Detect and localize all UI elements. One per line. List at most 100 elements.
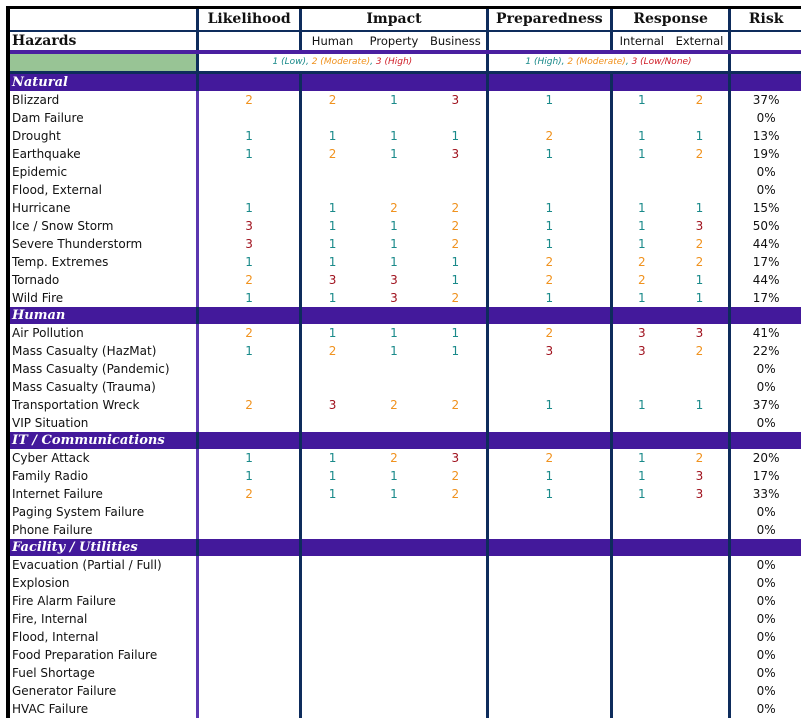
likelihood-cell[interactable] [197,414,300,432]
category-band-cell[interactable] [487,432,611,449]
business-cell[interactable]: 1 [425,253,487,271]
likelihood-cell[interactable] [197,664,300,682]
header-preparedness[interactable]: Preparedness [487,9,611,31]
hazard-name-cell[interactable]: Tornado [10,271,197,289]
business-cell[interactable] [425,628,487,646]
preparedness-cell[interactable] [487,360,611,378]
property-cell[interactable] [363,360,425,378]
category-band-cell[interactable] [612,73,730,92]
human-cell[interactable]: 3 [301,396,363,414]
likelihood-cell[interactable] [197,682,300,700]
property-cell[interactable] [363,556,425,574]
external-cell[interactable] [671,378,730,396]
likelihood-cell[interactable] [197,109,300,127]
likelihood-cell[interactable]: 3 [197,235,300,253]
likelihood-cell[interactable] [197,610,300,628]
category-band-cell[interactable] [730,73,801,92]
header-response-external[interactable]: External [671,31,730,52]
preparedness-cell[interactable] [487,610,611,628]
category-band-cell[interactable] [197,73,300,92]
property-cell[interactable] [363,163,425,181]
likelihood-cell[interactable]: 2 [197,324,300,342]
likelihood-cell[interactable] [197,628,300,646]
business-cell[interactable] [425,610,487,628]
external-cell[interactable] [671,521,730,539]
risk-cell[interactable]: 0% [730,360,801,378]
external-cell[interactable] [671,646,730,664]
preparedness-cell[interactable]: 1 [487,485,611,503]
internal-cell[interactable] [612,414,671,432]
human-cell[interactable] [301,109,363,127]
internal-cell[interactable]: 1 [612,449,671,467]
preparedness-cell[interactable]: 1 [487,467,611,485]
hazard-name-cell[interactable]: Epidemic [10,163,197,181]
risk-cell[interactable]: 41% [730,324,801,342]
property-cell[interactable] [363,503,425,521]
likelihood-cell[interactable]: 1 [197,342,300,360]
human-cell[interactable] [301,700,363,718]
human-cell[interactable]: 1 [301,449,363,467]
property-cell[interactable]: 1 [363,342,425,360]
risk-cell[interactable]: 33% [730,485,801,503]
risk-cell[interactable]: 0% [730,163,801,181]
external-cell[interactable] [671,556,730,574]
likelihood-cell[interactable] [197,378,300,396]
risk-cell[interactable]: 17% [730,289,801,307]
human-cell[interactable] [301,556,363,574]
preparedness-cell[interactable]: 2 [487,127,611,145]
business-cell[interactable] [425,592,487,610]
risk-cell[interactable]: 15% [730,199,801,217]
business-cell[interactable] [425,664,487,682]
property-cell[interactable]: 2 [363,449,425,467]
hazard-name-cell[interactable]: Phone Failure [10,521,197,539]
header-likelihood[interactable]: Likelihood [197,9,300,31]
category-label[interactable]: Facility / Utilities [10,539,197,556]
property-cell[interactable]: 1 [363,91,425,109]
property-cell[interactable]: 2 [363,199,425,217]
internal-cell[interactable] [612,378,671,396]
legend-scale-likelihood-impact[interactable]: 1 (Low), 2 (Moderate), 3 (High) [197,52,487,73]
business-cell[interactable] [425,181,487,199]
header-response-internal[interactable]: Internal [612,31,671,52]
category-band-cell[interactable] [197,432,300,449]
likelihood-cell[interactable]: 1 [197,289,300,307]
business-cell[interactable] [425,700,487,718]
property-cell[interactable] [363,592,425,610]
preparedness-cell[interactable]: 1 [487,235,611,253]
business-cell[interactable] [425,360,487,378]
category-band-cell[interactable] [612,432,730,449]
likelihood-cell[interactable] [197,163,300,181]
risk-cell[interactable]: 0% [730,181,801,199]
internal-cell[interactable]: 3 [612,324,671,342]
human-cell[interactable]: 1 [301,253,363,271]
hazard-name-cell[interactable]: Flood, External [10,181,197,199]
category-band-cell[interactable] [301,539,487,556]
external-cell[interactable]: 1 [671,127,730,145]
external-cell[interactable] [671,503,730,521]
internal-cell[interactable] [612,682,671,700]
property-cell[interactable]: 1 [363,235,425,253]
hazard-name-cell[interactable]: Internet Failure [10,485,197,503]
preparedness-cell[interactable]: 1 [487,217,611,235]
likelihood-cell[interactable]: 1 [197,199,300,217]
property-cell[interactable] [363,646,425,664]
likelihood-cell[interactable] [197,700,300,718]
property-cell[interactable] [363,700,425,718]
hazard-name-cell[interactable]: Flood, Internal [10,628,197,646]
internal-cell[interactable] [612,664,671,682]
business-cell[interactable] [425,503,487,521]
human-cell[interactable]: 1 [301,467,363,485]
risk-cell[interactable]: 0% [730,700,801,718]
likelihood-cell[interactable]: 2 [197,91,300,109]
preparedness-cell[interactable]: 2 [487,253,611,271]
external-cell[interactable] [671,181,730,199]
likelihood-cell[interactable]: 2 [197,485,300,503]
hazard-name-cell[interactable]: Hurricane [10,199,197,217]
risk-cell[interactable]: 0% [730,556,801,574]
property-cell[interactable] [363,682,425,700]
risk-cell[interactable]: 0% [730,628,801,646]
category-band-cell[interactable] [730,539,801,556]
preparedness-cell[interactable] [487,556,611,574]
category-band-cell[interactable] [197,307,300,324]
header-blank-cell[interactable] [10,9,197,31]
